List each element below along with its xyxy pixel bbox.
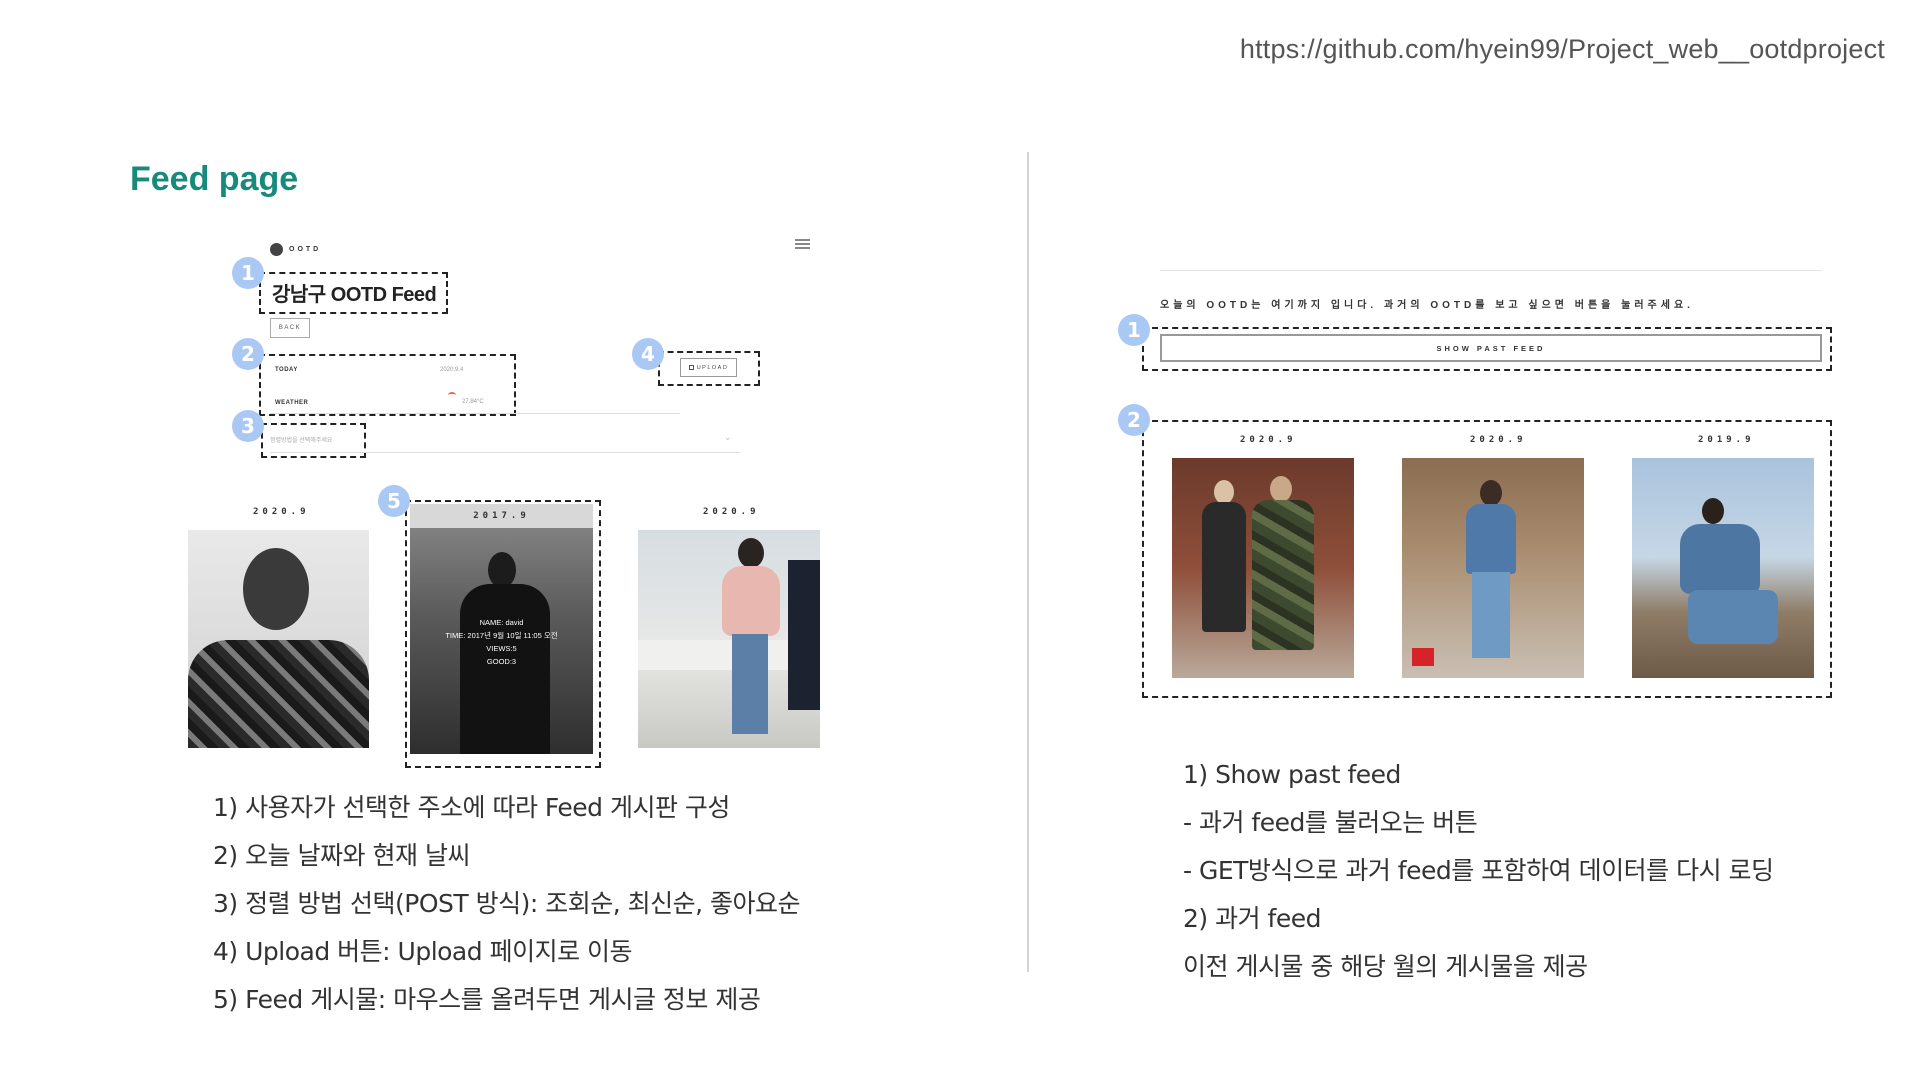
feed-title: 강남구 OOTD Feed [272, 284, 437, 306]
figure-head [1270, 476, 1292, 502]
past-photo-3[interactable] [1632, 458, 1814, 678]
figure-sweater [188, 640, 369, 748]
upload-icon [688, 365, 694, 370]
badge-1: 1 [1118, 314, 1150, 346]
past-photo-2[interactable] [1402, 458, 1584, 678]
post-date: 2019.9 [1698, 435, 1755, 445]
figure-head [488, 552, 516, 588]
overlay-time: TIME: 2017년 9월 10일 11:05 오전 [445, 631, 558, 640]
figure-denim-shirt [1466, 504, 1516, 574]
sort-select[interactable]: 정렬방법을 선택해주세요 [270, 435, 332, 444]
figure-jeans [1688, 590, 1778, 644]
today-label: TODAY [275, 367, 298, 373]
back-button[interactable]: BACK [270, 318, 310, 338]
description-line: 3) 정렬 방법 선택(POST 방식): 조회순, 최신순, 좋아요순 [213, 889, 801, 918]
description-line: 5) Feed 게시물: 마우스를 올려두면 게시글 정보 제공 [213, 985, 761, 1014]
chevron-down-icon[interactable]: ⌄ [724, 432, 732, 443]
post-date: 2017.9 [410, 504, 593, 528]
post-photo-3[interactable] [638, 530, 820, 748]
logo-icon [270, 243, 283, 256]
figure-head [1214, 480, 1234, 504]
description-line: - GET방식으로 과거 feed를 포함하여 데이터를 다시 로딩 [1183, 856, 1774, 885]
badge-5: 5 [378, 485, 410, 517]
left-description: 1) 사용자가 선택한 주소에 따라 Feed 게시판 구성 2) 오늘 날짜와… [213, 784, 801, 1024]
description-line: 2) 과거 feed [1183, 904, 1321, 933]
end-of-feed-message: 오늘의 OOTD는 여기까지 입니다. 과거의 OOTD를 보고 싶으면 버튼을… [1160, 300, 1694, 311]
description-line: 4) Upload 버튼: Upload 페이지로 이동 [213, 937, 633, 966]
post-date: 2020.9 [1470, 435, 1527, 445]
post-card-hover[interactable]: 2017.9 NAME: david TIME: 2017년 9월 10일 11… [410, 504, 593, 754]
figure-coat [722, 566, 780, 636]
badge-2: 2 [232, 338, 264, 370]
figure-jeans [1472, 572, 1510, 658]
badge-1: 1 [232, 257, 264, 289]
figure-head [243, 548, 309, 630]
badge-2: 2 [1118, 404, 1150, 436]
figure-person-right [788, 560, 820, 710]
overlay-views: VIEWS:5 [486, 644, 517, 653]
overlay-name: NAME: david [479, 618, 524, 627]
separator [1160, 270, 1822, 271]
figure-camo-coat [1252, 500, 1314, 650]
upload-button[interactable]: UPLOAD [680, 358, 737, 377]
brand-logo-icon [1412, 648, 1434, 666]
badge-3: 3 [232, 410, 264, 442]
separator [270, 413, 680, 414]
ootd-logo[interactable]: OOTD [270, 243, 321, 256]
section-title: Feed page [130, 160, 299, 198]
figure-coat-black [1202, 502, 1246, 632]
description-line: 1) Show past feed [1183, 760, 1401, 789]
post-photo-1[interactable] [188, 530, 369, 748]
post-date: 2020.9 [1240, 435, 1297, 445]
badge-4: 4 [632, 338, 664, 370]
logo-text: OOTD [289, 246, 322, 253]
figure-head [1702, 498, 1724, 524]
highlight-date-weather [259, 354, 516, 416]
divider [1027, 152, 1029, 972]
figure-head [738, 538, 764, 568]
description-line: 2) 오늘 날짜와 현재 날씨 [213, 841, 470, 870]
past-photo-1[interactable] [1172, 458, 1354, 678]
weather-icon [448, 392, 456, 398]
figure-denim-jacket [1680, 524, 1760, 594]
post-date: 2020.9 [703, 507, 760, 517]
figure-jeans [732, 634, 768, 734]
post-date: 2020.9 [253, 507, 310, 517]
weather-value: 27.84°C [462, 399, 484, 405]
menu-icon[interactable] [795, 239, 810, 249]
description-line: 이전 게시물 중 해당 월의 게시물을 제공 [1183, 952, 1588, 981]
repo-url[interactable]: https://github.com/hyein99/Project_web__… [1240, 34, 1885, 65]
upload-label: UPLOAD [696, 364, 729, 371]
right-description: 1) Show past feed - 과거 feed를 불러오는 버튼 - G… [1183, 751, 1774, 991]
weather-label: WEATHER [275, 400, 309, 406]
description-line: - 과거 feed를 불러오는 버튼 [1183, 808, 1478, 837]
figure-head [1480, 480, 1502, 506]
today-value: 2020.9.4 [440, 367, 464, 373]
overlay-good: GOOD:3 [486, 657, 517, 666]
sort-underline [270, 452, 740, 453]
show-past-feed-button[interactable]: SHOW PAST FEED [1160, 334, 1822, 362]
figure-coat [460, 584, 550, 754]
description-line: 1) 사용자가 선택한 주소에 따라 Feed 게시판 구성 [213, 793, 730, 822]
